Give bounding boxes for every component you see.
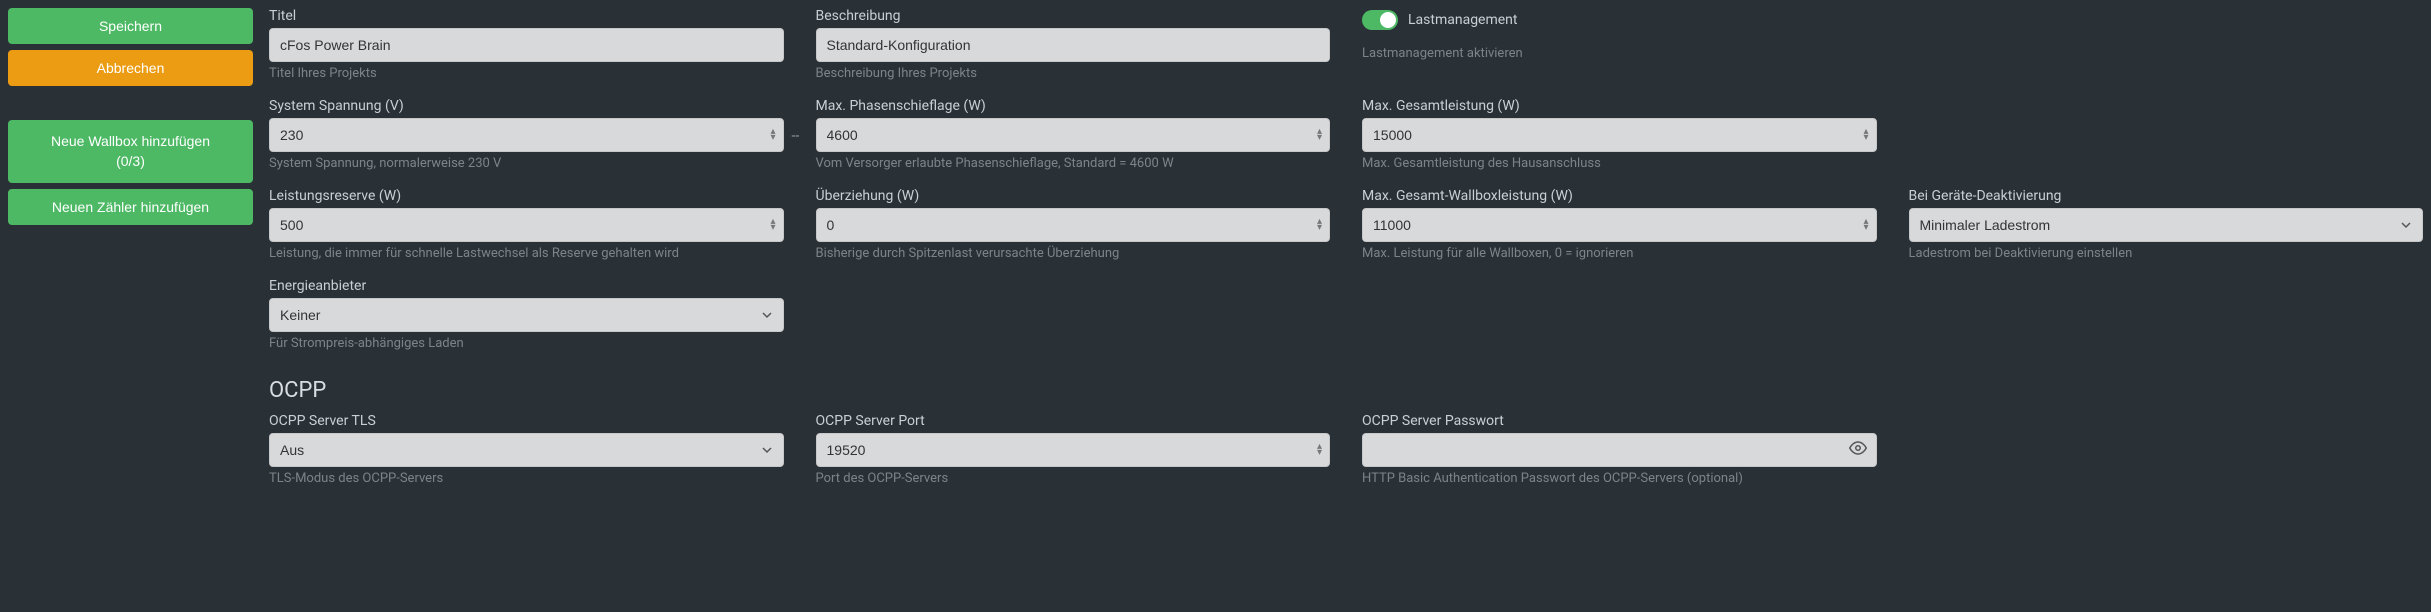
title-input[interactable] [269,28,784,62]
phaseimbalance-input[interactable] [816,118,1331,152]
ocpp-port-label: OCPP Server Port [816,413,1331,429]
description-input[interactable] [816,28,1331,62]
ondeactivate-select[interactable]: Minimaler Ladestrom [1909,208,2424,242]
cancel-button[interactable]: Abbrechen [8,50,253,86]
add-meter-button[interactable]: Neuen Zähler hinzufügen [8,189,253,225]
description-hint: Beschreibung Ihres Projekts [816,66,1331,84]
maxwallbox-label: Max. Gesamt-Wallboxleistung (W) [1362,188,1877,204]
title-hint: Titel Ihres Projekts [269,66,784,84]
reserve-label: Leistungsreserve (W) [269,188,784,204]
ondeactivate-hint: Ladestrom bei Deaktivierung einstellen [1909,246,2424,264]
overdraft-label: Überziehung (W) [816,188,1331,204]
phaseimbalance-hint: Vom Versorger erlaubte Phasenschieflage,… [816,156,1331,174]
ocpp-port-input[interactable] [816,433,1331,467]
ocpp-tls-select[interactable]: Aus [269,433,784,467]
loadmanagement-toggle[interactable] [1362,10,1398,30]
energyprovider-label: Energieanbieter [269,278,784,294]
voltage-input[interactable] [269,118,784,152]
ocpp-password-input[interactable] [1362,433,1877,467]
maxwallbox-input[interactable] [1362,208,1877,242]
overdraft-hint: Bisherige durch Spitzenlast verursachte … [816,246,1331,264]
energyprovider-hint: Für Strompreis-abhängiges Laden [269,336,784,354]
maxwallbox-hint: Max. Leistung für alle Wallboxen, 0 = ig… [1362,246,1877,264]
ocpp-password-hint: HTTP Basic Authentication Passwort des O… [1362,471,1877,489]
loadmanagement-hint: Lastmanagement aktivieren [1362,46,1877,64]
overdraft-input[interactable] [816,208,1331,242]
ocpp-tls-label: OCPP Server TLS [269,413,784,429]
ocpp-tls-hint: TLS-Modus des OCPP-Servers [269,471,784,489]
sidebar: Speichern Abbrechen Neue Wallbox hinzufü… [8,8,253,499]
loadmanagement-label: Lastmanagement [1408,12,1518,28]
reserve-input[interactable] [269,208,784,242]
add-wallbox-button[interactable]: Neue Wallbox hinzufügen (0/3) [8,120,253,183]
main-form: Titel Titel Ihres Projekts Beschreibung … [269,8,2423,499]
voltage-hint: System Spannung, normalerweise 230 V [269,156,784,174]
reserve-hint: Leistung, die immer für schnelle Lastwec… [269,246,784,264]
voltage-label: System Spannung (V) [269,98,784,114]
save-button[interactable]: Speichern [8,8,253,44]
energyprovider-select[interactable]: Keiner [269,298,784,332]
title-label: Titel [269,8,784,24]
eye-icon[interactable] [1849,439,1867,461]
ocpp-port-hint: Port des OCPP-Servers [816,471,1331,489]
ocpp-password-label: OCPP Server Passwort [1362,413,1877,429]
phaseimbalance-label: Max. Phasenschieflage (W) [816,98,1331,114]
maxtotal-input[interactable] [1362,118,1877,152]
ocpp-heading: OCPP [269,378,2423,403]
description-label: Beschreibung [816,8,1331,24]
maxtotal-label: Max. Gesamtleistung (W) [1362,98,1877,114]
maxtotal-hint: Max. Gesamtleistung des Hausanschluss [1362,156,1877,174]
ondeactivate-label: Bei Geräte-Deaktivierung [1909,188,2424,204]
